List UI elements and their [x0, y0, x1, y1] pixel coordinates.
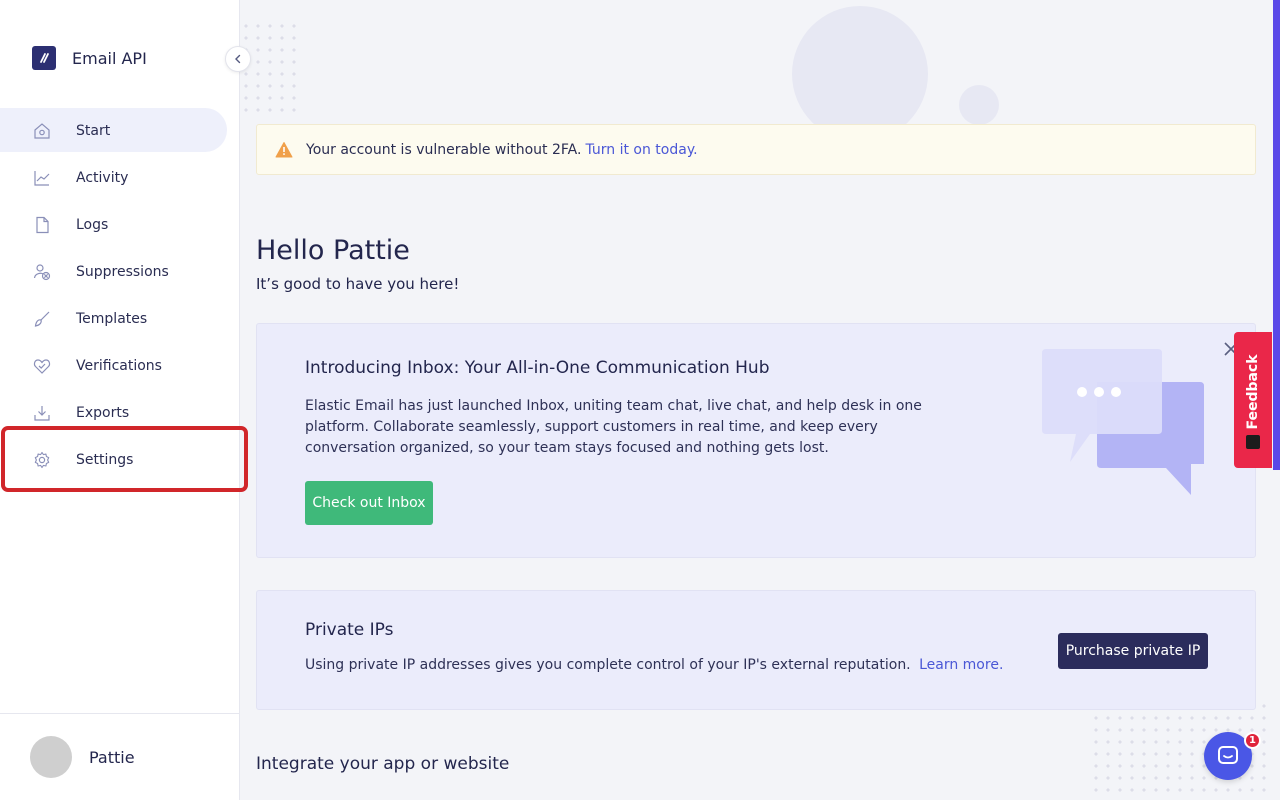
private-ips-body: Using private IP addresses gives you com… — [305, 657, 1003, 673]
sidebar-item-label: Exports — [76, 404, 130, 421]
private-ips-title: Private IPs — [305, 620, 394, 640]
sidebar-item-logs[interactable]: Logs — [0, 201, 240, 248]
chevron-left-icon — [235, 54, 241, 64]
settings-highlight-box — [1, 426, 248, 492]
sidebar-item-label: Suppressions — [76, 263, 169, 280]
inbox-card-body: Elastic Email has just launched Inbox, u… — [305, 398, 922, 456]
brush-icon — [32, 309, 52, 329]
user-block-icon — [32, 262, 52, 282]
download-icon — [32, 403, 52, 423]
learn-more-link[interactable]: Learn more. — [919, 657, 1003, 673]
feedback-tab[interactable]: Feedback — [1234, 332, 1272, 468]
sidebar-item-label: Templates — [76, 310, 148, 327]
decorative-circle — [792, 6, 928, 142]
sidebar-item-label: Activity — [76, 169, 129, 186]
file-icon — [32, 215, 52, 235]
home-icon — [32, 121, 52, 141]
main-content: Your account is vulnerable without 2FA. … — [240, 0, 1280, 800]
sidebar-item-label: Verifications — [76, 357, 162, 374]
chart-icon — [32, 168, 52, 188]
sidebar-item-suppressions[interactable]: Suppressions — [0, 248, 240, 295]
page-subtitle: It’s good to have you here! — [256, 275, 460, 293]
chat-bubbles-illustration — [1042, 348, 1212, 498]
sidebar-item-start[interactable]: Start — [0, 107, 240, 154]
purchase-private-ip-button[interactable]: Purchase private IP — [1058, 633, 1208, 669]
brand-logo-icon — [32, 46, 56, 70]
check-out-inbox-button[interactable]: Check out Inbox — [305, 481, 433, 525]
sidebar-item-verifications[interactable]: Verifications — [0, 342, 240, 389]
decorative-circle — [959, 85, 999, 125]
user-profile[interactable]: Pattie — [0, 713, 240, 800]
alert-text: Your account is vulnerable without 2FA. — [306, 141, 582, 158]
integrate-section-title: Integrate your app or website — [256, 754, 510, 774]
decorative-dots — [1090, 700, 1280, 800]
inbox-card-title: Introducing Inbox: Your All-in-One Commu… — [305, 358, 770, 378]
sidebar-item-label: Start — [76, 122, 111, 139]
sidebar-item-label: Logs — [76, 216, 109, 233]
avatar — [30, 736, 72, 778]
sidebar: Email API Start Activity Logs Suppressio… — [0, 0, 248, 800]
private-ips-card: Private IPs Using private IP addresses g… — [256, 590, 1256, 710]
collapse-sidebar-button[interactable] — [225, 46, 251, 72]
warning-icon — [275, 141, 293, 159]
enable-2fa-link[interactable]: Turn it on today. — [585, 142, 697, 158]
chat-notification-badge: 1 — [1244, 732, 1261, 749]
brand[interactable]: Email API — [32, 46, 147, 70]
feedback-label: Feedback — [1245, 354, 1261, 430]
chat-icon — [1218, 746, 1238, 764]
user-name: Pattie — [89, 747, 135, 767]
sidebar-item-templates[interactable]: Templates — [0, 295, 240, 342]
private-ips-text: Using private IP addresses gives you com… — [305, 657, 911, 673]
decorative-dots — [240, 20, 300, 120]
heart-check-icon — [32, 356, 52, 376]
inbox-promo-card: Introducing Inbox: Your All-in-One Commu… — [256, 323, 1256, 558]
sidebar-item-activity[interactable]: Activity — [0, 154, 240, 201]
page-title: Hello Pattie — [256, 235, 410, 266]
feedback-logo-icon — [1246, 435, 1260, 449]
brand-name: Email API — [72, 48, 147, 68]
scrollbar-thumb[interactable] — [1273, 0, 1280, 470]
2fa-alert: Your account is vulnerable without 2FA. … — [256, 124, 1256, 175]
